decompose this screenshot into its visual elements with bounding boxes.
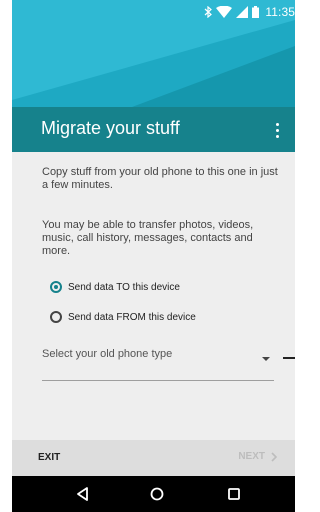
- battery-icon: [252, 6, 260, 18]
- next-label: NEXT: [238, 451, 265, 462]
- navigation-bar: [12, 476, 295, 512]
- description: Copy stuff from your old phone to this o…: [42, 166, 282, 258]
- signal-icon: [236, 6, 249, 18]
- back-icon[interactable]: [75, 486, 91, 502]
- page-title: Migrate your stuff: [41, 118, 180, 138]
- divider: [283, 357, 295, 359]
- radio-unchecked-icon[interactable]: [50, 311, 62, 323]
- phone-type-dropdown[interactable]: Select your old phone type: [42, 341, 274, 381]
- dropdown-underline: [42, 380, 274, 381]
- wifi-icon: [216, 6, 233, 18]
- dropdown-arrow-icon[interactable]: [262, 357, 270, 361]
- status-time: 11:35: [265, 5, 295, 19]
- chevron-right-icon: [271, 451, 277, 462]
- option-send-from-device[interactable]: Send data FROM this device: [50, 311, 196, 323]
- exit-button[interactable]: EXIT: [38, 452, 60, 463]
- next-button[interactable]: NEXT: [238, 451, 277, 462]
- recents-icon[interactable]: [226, 486, 242, 502]
- radio-checked-icon[interactable]: [50, 281, 62, 293]
- status-bar: 11:35: [12, 0, 295, 24]
- option-label: Send data FROM this device: [68, 311, 196, 323]
- overflow-menu-icon[interactable]: [267, 119, 287, 141]
- bluetooth-icon: [204, 6, 213, 18]
- details-text: You may be able to transfer photos, vide…: [42, 219, 254, 257]
- home-icon[interactable]: [149, 486, 165, 502]
- setup-screen: 11:35 Migrate your stuff Copy stuff from…: [12, 0, 295, 512]
- footer-bar: EXIT NEXT: [12, 440, 295, 476]
- dropdown-placeholder: Select your old phone type: [42, 348, 173, 360]
- intro-text: Copy stuff from your old phone to this o…: [42, 166, 278, 191]
- option-send-to-device[interactable]: Send data TO this device: [50, 281, 180, 293]
- app-toolbar: Migrate your stuff: [12, 107, 295, 152]
- option-label: Send data TO this device: [68, 281, 180, 293]
